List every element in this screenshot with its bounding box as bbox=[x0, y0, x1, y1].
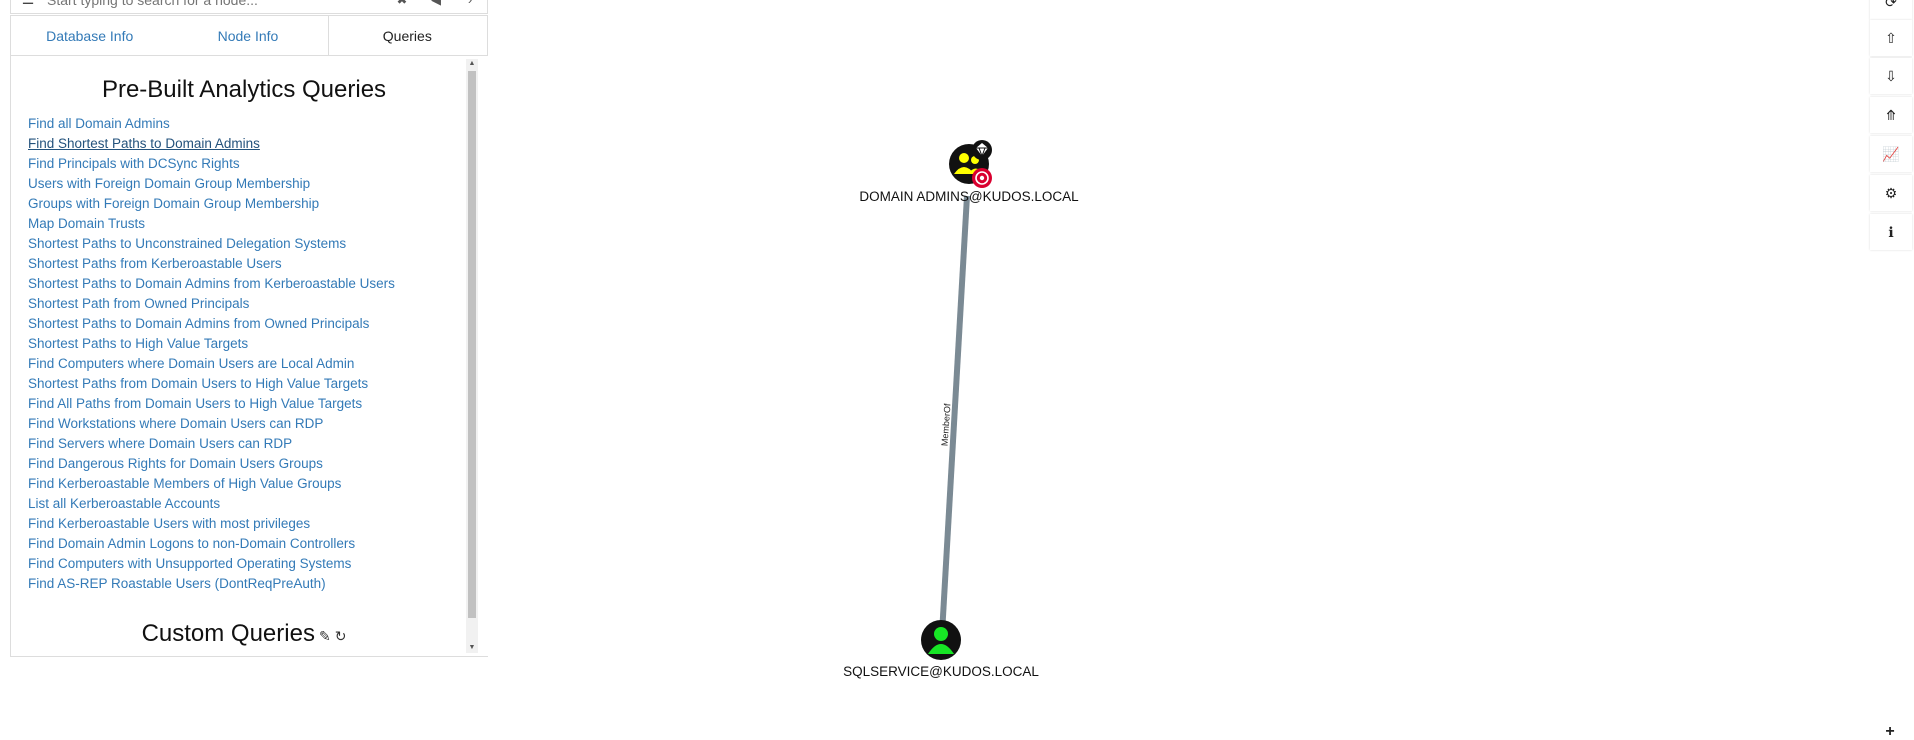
prebuilt-queries-title: Pre-Built Analytics Queries bbox=[101, 76, 387, 103]
high-value-diamond-icon bbox=[972, 140, 992, 160]
refresh-icon[interactable]: ⟳ bbox=[1870, 0, 1912, 20]
domain-admins-label: DOMAIN ADMINS@KUDOS.LOCAL bbox=[859, 189, 1079, 204]
download-icon[interactable]: ⇩ bbox=[1870, 58, 1912, 94]
query-item[interactable]: Shortest Paths to Unconstrained Delegati… bbox=[28, 234, 395, 254]
info-icon[interactable]: ℹ bbox=[1870, 214, 1912, 250]
query-item[interactable]: Find AS-REP Roastable Users (DontReqPreA… bbox=[28, 574, 395, 594]
filter-icon[interactable]: › bbox=[453, 0, 487, 7]
query-item[interactable]: Shortest Paths from Kerberoastable Users bbox=[28, 254, 395, 274]
upload-icon[interactable]: ⇧ bbox=[1870, 20, 1912, 56]
tab-queries[interactable]: Queries bbox=[327, 16, 487, 55]
refresh-icon[interactable]: ↻ bbox=[335, 628, 347, 644]
zoom-in-icon[interactable]: + bbox=[1882, 724, 1898, 740]
query-item[interactable]: Find Computers with Unsupported Operatin… bbox=[28, 554, 395, 574]
panel-tabs: Database Info Node Info Queries bbox=[10, 15, 488, 56]
chart-icon[interactable]: 📈 bbox=[1870, 136, 1912, 172]
query-item[interactable]: Map Domain Trusts bbox=[28, 214, 395, 234]
query-item[interactable]: Find Principals with DCSync Rights bbox=[28, 154, 395, 174]
custom-queries-title: Custom Queries bbox=[141, 620, 315, 647]
search-bar: ☰ ✖ ◀ › bbox=[10, 0, 488, 14]
query-item[interactable]: Find Domain Admin Logons to non-Domain C… bbox=[28, 534, 395, 554]
query-item[interactable]: Find Workstations where Domain Users can… bbox=[28, 414, 395, 434]
query-item[interactable]: Find Dangerous Rights for Domain Users G… bbox=[28, 454, 395, 474]
search-input[interactable] bbox=[45, 0, 385, 9]
back-icon[interactable]: ◀ bbox=[419, 0, 453, 8]
menu-icon[interactable]: ☰ bbox=[11, 0, 45, 8]
queries-panel: Pre-Built Analytics Queries Find all Dom… bbox=[10, 56, 488, 657]
query-item[interactable]: Find Kerberoastable Users with most priv… bbox=[28, 514, 395, 534]
custom-queries-heading: Custom Queries ✎ ↻ bbox=[11, 620, 477, 648]
sqlservice-node[interactable] bbox=[921, 620, 961, 660]
query-item[interactable]: Groups with Foreign Domain Group Members… bbox=[28, 194, 395, 214]
query-item[interactable]: Find All Paths from Domain Users to High… bbox=[28, 394, 395, 414]
query-item[interactable]: Shortest Paths to Domain Admins from Ker… bbox=[28, 274, 395, 294]
query-item[interactable]: Find all Domain Admins bbox=[28, 114, 395, 134]
tab-node-info[interactable]: Node Info bbox=[169, 16, 327, 55]
scroll-down-icon[interactable]: ▼ bbox=[466, 643, 478, 653]
query-item[interactable]: Shortest Path from Owned Principals bbox=[28, 294, 395, 314]
query-item[interactable]: Shortest Paths to Domain Admins from Own… bbox=[28, 314, 395, 334]
query-item[interactable]: Find Computers where Domain Users are Lo… bbox=[28, 354, 395, 374]
settings-icon[interactable]: ⚙ bbox=[1870, 175, 1912, 211]
edit-icon[interactable]: ✎ bbox=[319, 628, 331, 644]
scroll-up-icon[interactable]: ▲ bbox=[466, 59, 478, 69]
scroll-thumb[interactable] bbox=[468, 71, 476, 618]
panel-scrollbar[interactable]: ▲ ▼ bbox=[466, 59, 478, 653]
prebuilt-query-list: Find all Domain Admins Find Shortest Pat… bbox=[28, 114, 395, 594]
upload-circle-icon[interactable]: ⤊ bbox=[1870, 97, 1912, 133]
query-item[interactable]: Shortest Paths from Domain Users to High… bbox=[28, 374, 395, 394]
query-item[interactable]: Shortest Paths to High Value Targets bbox=[28, 334, 395, 354]
target-icon bbox=[972, 168, 992, 188]
query-item[interactable]: Find Kerberoastable Members of High Valu… bbox=[28, 474, 395, 494]
query-item[interactable]: Find Shortest Paths to Domain Admins bbox=[28, 134, 395, 154]
query-item[interactable]: Users with Foreign Domain Group Membersh… bbox=[28, 174, 395, 194]
domain-admins-node[interactable] bbox=[949, 140, 992, 188]
query-item[interactable]: List all Kerberoastable Accounts bbox=[28, 494, 395, 514]
sqlservice-label: SQLSERVICE@KUDOS.LOCAL bbox=[843, 664, 1039, 679]
query-item[interactable]: Find Servers where Domain Users can RDP bbox=[28, 434, 395, 454]
pathfinding-icon[interactable]: ✖ bbox=[385, 0, 419, 8]
tab-database-info[interactable]: Database Info bbox=[11, 16, 169, 55]
